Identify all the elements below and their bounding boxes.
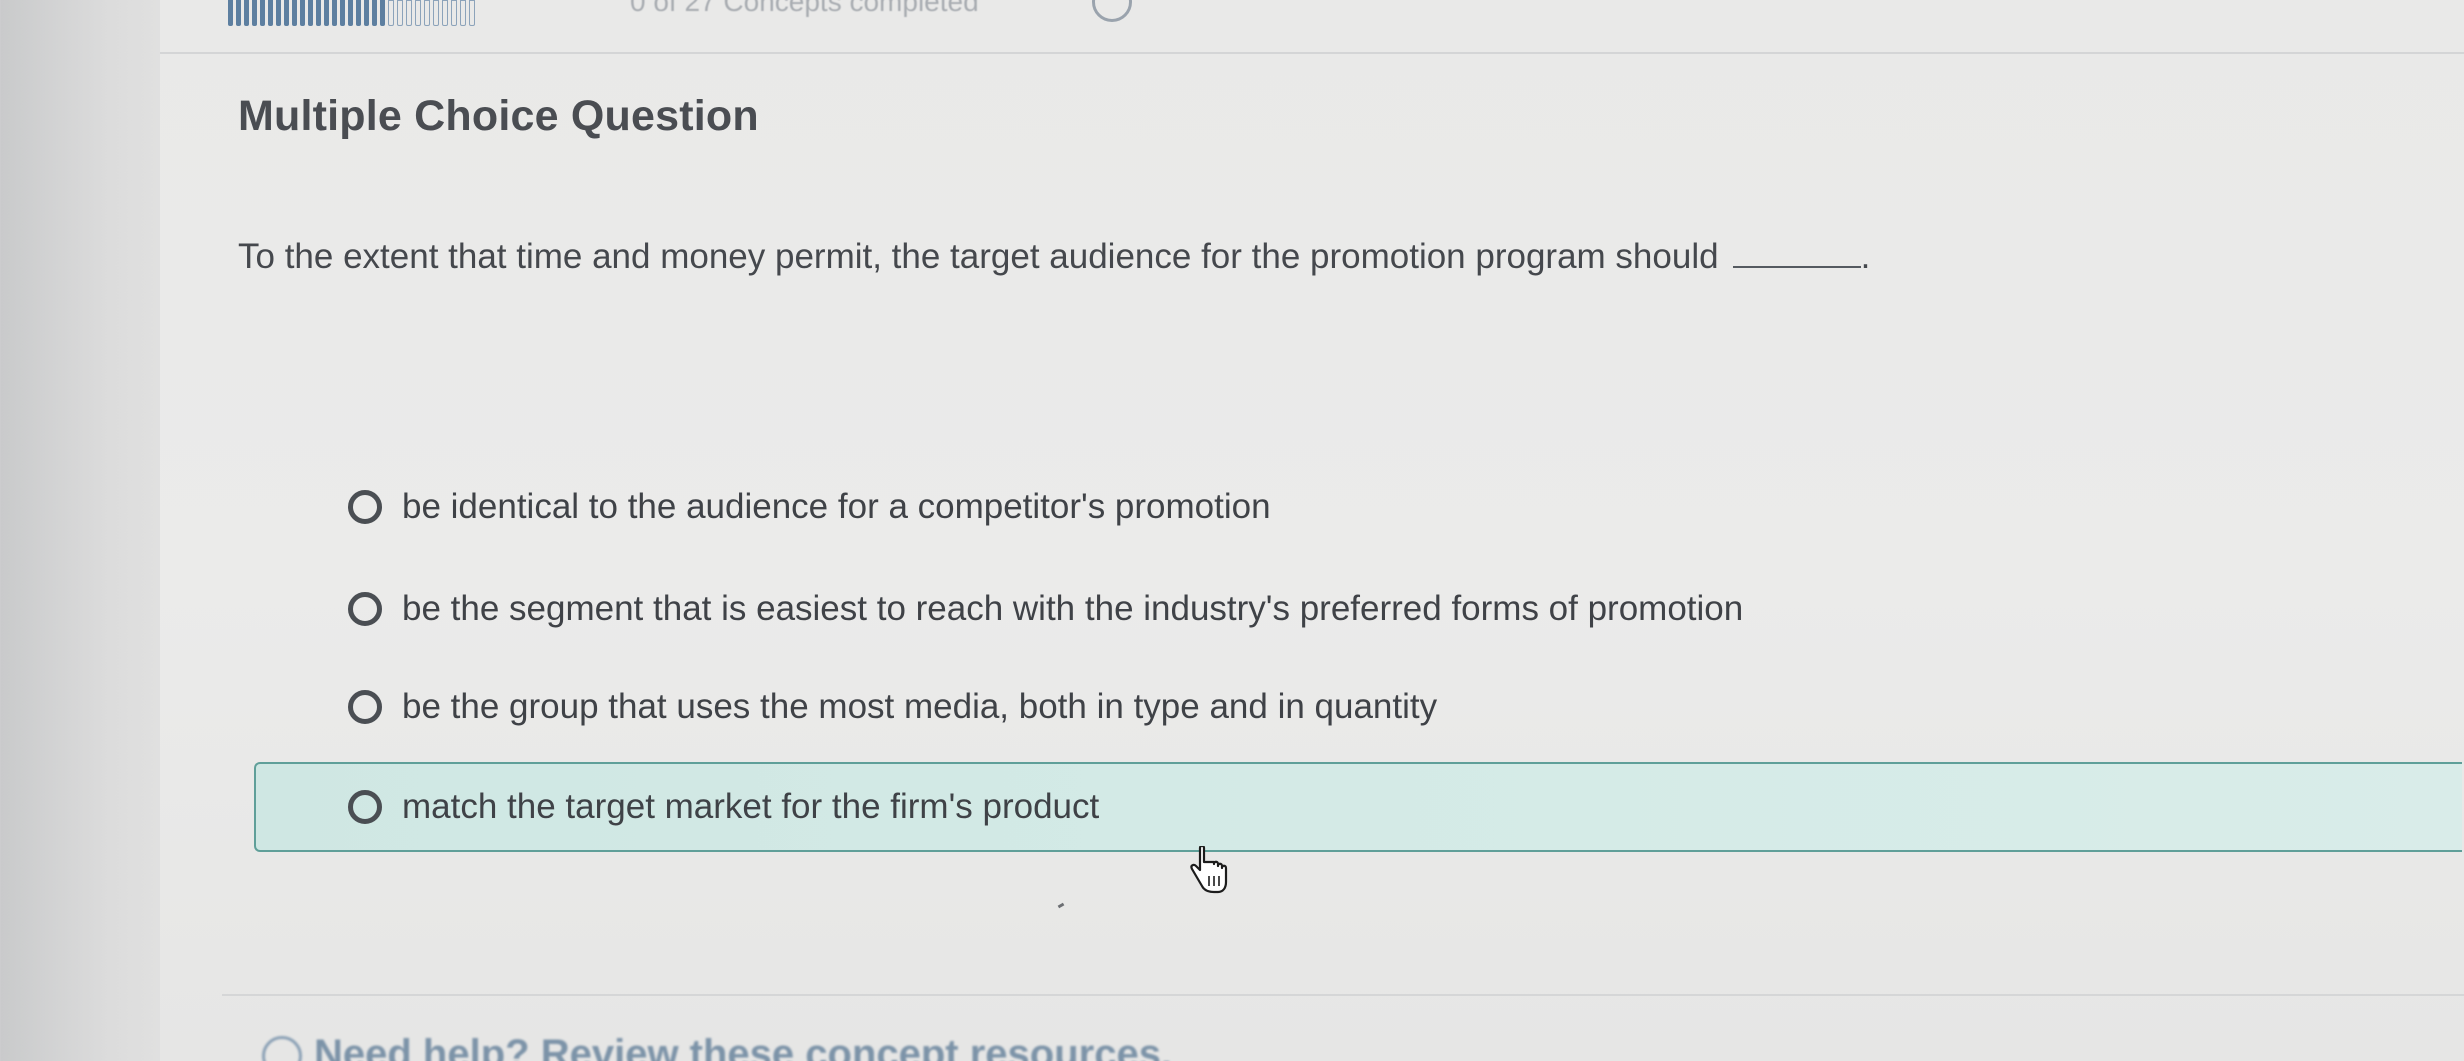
progress-segment-empty — [451, 0, 457, 26]
progress-segment-empty — [442, 0, 448, 26]
question-prompt-text: To the extent that time and money permit… — [238, 237, 1719, 276]
progress-segment-filled — [228, 0, 233, 26]
answer-blank — [1732, 240, 1861, 268]
hand-pointer-icon — [1190, 846, 1228, 894]
footer-divider — [222, 994, 2464, 996]
need-help-text[interactable]: Need help? Review these concept resource… — [314, 1032, 1172, 1061]
progress-segment-empty — [388, 0, 394, 26]
progress-segment-filled — [308, 0, 313, 26]
progress-segment-filled — [284, 0, 289, 26]
radio-empty-icon[interactable] — [348, 790, 382, 824]
progress-segment-filled — [372, 0, 377, 26]
progress-segment-filled — [252, 0, 257, 26]
progress-segment-filled — [276, 0, 281, 26]
progress-segment-empty — [397, 0, 403, 26]
answer-option-2[interactable]: be the segment that is easiest to reach … — [256, 566, 2464, 652]
answer-option-1[interactable]: be identical to the audience for a compe… — [256, 464, 2464, 550]
progress-segment-filled — [300, 0, 305, 26]
progress-segment-filled — [268, 0, 273, 26]
header-divider — [160, 52, 2464, 54]
progress-segment-filled — [356, 0, 361, 26]
radio-empty-icon[interactable] — [348, 490, 382, 524]
progress-segment-filled — [332, 0, 337, 26]
progress-segment-filled — [260, 0, 265, 26]
answer-option-label[interactable]: be the segment that is easiest to reach … — [402, 589, 1743, 629]
progress-status-text: 0 of 27 Concepts completed — [630, 0, 979, 17]
progress-segment-empty — [460, 0, 466, 26]
progress-segment-filled — [324, 0, 329, 26]
progress-segment-filled — [292, 0, 297, 26]
progress-segment-empty — [469, 0, 475, 26]
progress-segment-filled — [244, 0, 249, 26]
progress-segment-filled — [340, 0, 345, 26]
progress-segment-filled — [348, 0, 353, 26]
progress-segment-filled — [316, 0, 321, 26]
radio-empty-icon[interactable] — [348, 690, 382, 724]
question-prompt: To the extent that time and money permit… — [238, 237, 1870, 277]
answer-option-label[interactable]: be identical to the audience for a compe… — [402, 487, 1271, 527]
answer-option-4[interactable]: match the target market for the firm's p… — [254, 762, 2462, 852]
progress-segment-empty — [406, 0, 412, 26]
need-help-link[interactable]: Need help? Review these concept resource… — [262, 1032, 1172, 1061]
answer-option-label[interactable]: match the target market for the firm's p… — [402, 787, 1099, 827]
progress-segment-empty — [415, 0, 421, 26]
question-prompt-period: . — [1860, 237, 1871, 276]
progress-segment-filled — [364, 0, 369, 26]
progress-segment-filled — [236, 0, 241, 26]
progress-segment-empty — [433, 0, 439, 26]
answer-option-label[interactable]: be the group that uses the most media, b… — [402, 687, 1437, 727]
progress-segment-empty — [424, 0, 430, 26]
answer-option-3[interactable]: be the group that uses the most media, b… — [256, 664, 2464, 750]
progress-segment-filled — [380, 0, 385, 26]
chevron-circle-icon[interactable] — [262, 1036, 302, 1061]
question-type-title: Multiple Choice Question — [238, 92, 759, 140]
concept-progress-bar — [228, 0, 600, 28]
radio-empty-icon[interactable] — [348, 592, 382, 626]
